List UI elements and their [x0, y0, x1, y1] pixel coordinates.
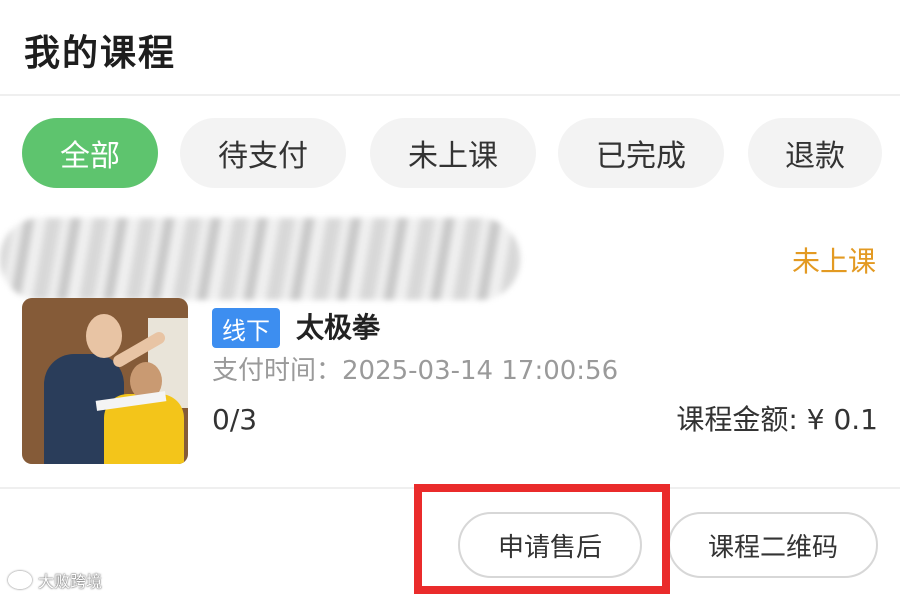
course-qr-code-button[interactable]: 课程二维码 [668, 512, 878, 578]
highlight-annotation-box [414, 484, 670, 594]
course-amount: 课程金额: ¥ 0.1 [676, 403, 878, 436]
watermark-text: 大败跨境 [38, 572, 103, 591]
header: 我的课程 [0, 0, 900, 96]
offline-tag: 线下 [212, 308, 280, 348]
tab-pending-payment[interactable]: 待支付 [180, 118, 346, 188]
course-name: 太极拳 [296, 311, 381, 344]
tab-not-attended[interactable]: 未上课 [370, 118, 536, 188]
course-progress: 0/3 [212, 403, 258, 436]
watermark-logo-icon [8, 571, 32, 589]
course-card[interactable]: 线下 太极拳 支付时间：2025-03-14 17:00:56 0/3 课程金额… [0, 298, 900, 468]
payment-time: 支付时间：2025-03-14 17:00:56 [212, 356, 619, 386]
thumbnail-figure-instructor-head [86, 314, 122, 358]
order-header: 未上课 [0, 210, 900, 300]
course-thumbnail [22, 298, 188, 464]
tab-all[interactable]: 全部 [22, 118, 158, 188]
tab-refund[interactable]: 退款 [748, 118, 882, 188]
watermark: 大败跨境 [8, 568, 102, 592]
tab-completed[interactable]: 已完成 [558, 118, 724, 188]
page-title: 我的课程 [24, 33, 177, 74]
order-status: 未上课 [791, 245, 876, 278]
filter-tabs: 全部 待支付 未上课 已完成 退款 [0, 118, 900, 190]
my-courses-page: 我的课程 全部 待支付 未上课 已完成 退款 未上课 线下 太极拳 支付时间：2… [0, 0, 900, 598]
redacted-order-name [0, 218, 520, 300]
